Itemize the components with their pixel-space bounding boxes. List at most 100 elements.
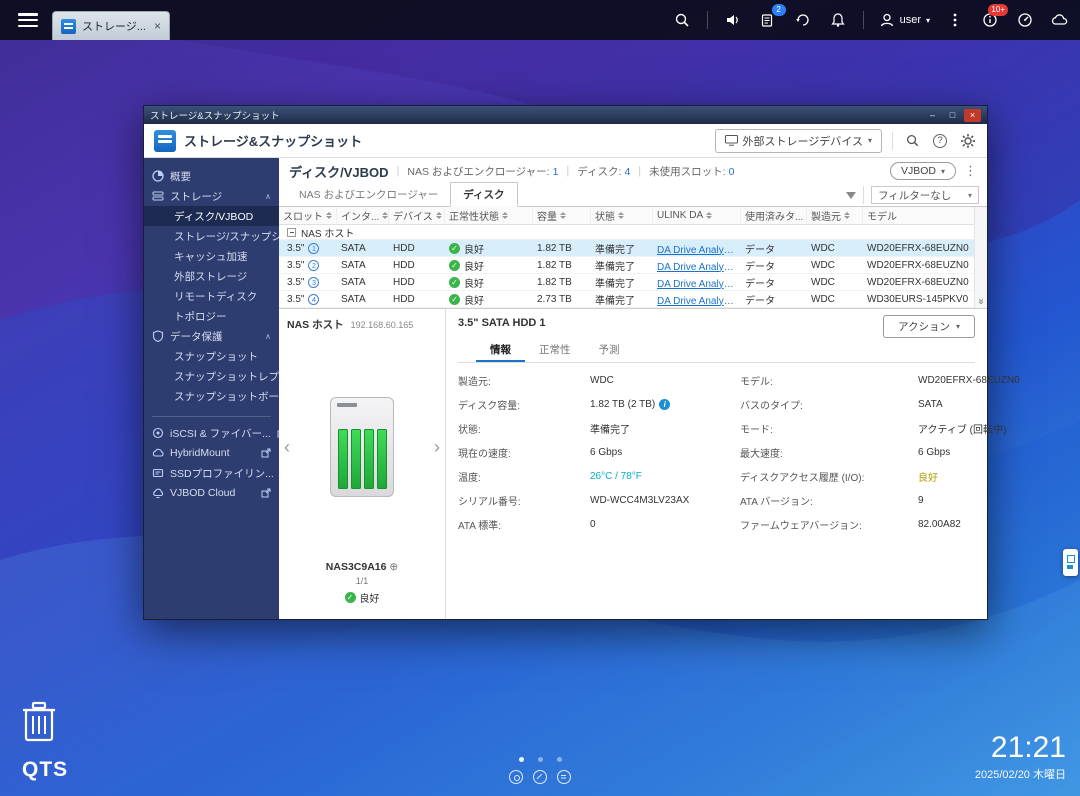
field-value: アクティブ (回転中) [918,421,1020,436]
table-group-row[interactable]: NAS ホスト [279,225,987,240]
tab-health[interactable]: 正常性 [525,339,585,362]
table-scrollbar[interactable]: « [974,207,987,308]
health-check-icon: ✓ [449,277,460,288]
col-device[interactable]: デバイス [389,207,445,224]
tab-disks[interactable]: ディスク [450,182,517,207]
col-ulink[interactable]: ULINK DA [653,207,741,224]
sidebar-item-snapshot-replica[interactable]: スナップショットレプリカ [144,366,279,386]
col-health[interactable]: 正常性状態 [445,207,533,224]
recycle-bin-icon[interactable] [20,700,58,747]
next-device-chevron[interactable]: › [434,437,440,458]
col-model[interactable]: モデル [863,207,987,224]
user-label: user [900,14,921,26]
table-row[interactable]: 3.5"2 SATA HDD ✓良好 1.82 TB 準備完了 DA Drive… [279,257,987,274]
col-capacity[interactable]: 容量 [533,207,591,224]
tab-close-icon[interactable]: × [154,19,161,33]
main-tabs: NAS およびエンクロージャー ディスク フィルターなし ▾ [279,184,987,207]
sidebar-item-ssd-profiling[interactable]: SSDプロファイリン... [144,463,279,483]
volume-icon[interactable] [723,10,743,30]
info-icon[interactable]: 10+ [980,10,1000,30]
sidebar-item-snapshot-vault[interactable]: スナップショットボールト [144,386,279,406]
col-vendor[interactable]: 製造元 [807,207,863,224]
tab-nas-enclosures[interactable]: NAS およびエンクロージャー [287,183,450,206]
da-analyzer-link[interactable]: DA Drive Analyzer を... [653,292,741,307]
zoom-icon[interactable]: ⊕ [389,561,398,573]
sidebar-section-storage[interactable]: ストレージ ∧ [144,186,279,206]
da-analyzer-link[interactable]: DA Drive Analyzer を... [653,258,741,273]
dock-search-icon[interactable] [509,770,523,784]
scroll-down-icon[interactable]: « [975,296,988,308]
user-menu[interactable]: user ▾ [879,12,930,28]
desktop-dock [0,770,1080,784]
hybridmount-icon [152,447,164,459]
sidebar-item-remote-disk[interactable]: リモートディスク [144,286,279,306]
sidebar-item-overview[interactable]: 概要 [144,166,279,186]
bell-icon[interactable] [828,10,848,30]
nas-device-image[interactable] [330,397,394,497]
table-row[interactable]: 3.5"4 SATA HDD ✓良好 2.73 TB 準備完了 DA Drive… [279,291,987,308]
sidebar-item-storage-snapshots[interactable]: ストレージ/スナップショ... [144,226,279,246]
field-value: 82.00A82 [918,519,1020,530]
resource-monitor-icon[interactable] [1015,10,1035,30]
col-slot[interactable]: スロット [279,207,337,224]
collapse-icon[interactable] [287,228,296,237]
table-row[interactable]: 3.5"1 SATA HDD ✓良好 1.82 TB 準備完了 DA Drive… [279,240,987,257]
stat-enclosures: NAS およびエンクロージャー:1 [407,164,558,179]
notifications-icon[interactable]: 2 [758,10,778,30]
clock-time: 21:21 [975,732,1066,764]
user-icon [879,12,895,28]
more-options-icon[interactable]: ⋮ [964,163,977,179]
col-usage[interactable]: 使用済みタ... [741,207,807,224]
tab-prediction[interactable]: 予測 [585,339,634,362]
sidebar-item-vjbod-cloud[interactable]: VJBOD Cloud [144,483,279,503]
prev-device-chevron[interactable]: ‹ [284,437,290,458]
tab-info[interactable]: 情報 [476,339,525,362]
sidebar-item-cache-acceleration[interactable]: キャッシュ加速 [144,246,279,266]
filter-funnel-icon[interactable] [846,192,856,199]
sidebar-item-snapshot[interactable]: スナップショット [144,346,279,366]
sort-icon [844,212,850,219]
da-analyzer-link[interactable]: DA Drive Analyzer を... [653,241,741,256]
da-analyzer-link[interactable]: DA Drive Analyzer を... [653,275,741,290]
sidebar-item-iscsi-fibre[interactable]: iSCSI & ファイバー... [144,423,279,443]
table-row[interactable]: 3.5"3 SATA HDD ✓良好 1.82 TB 準備完了 DA Drive… [279,274,987,291]
slot-number-badge: 3 [308,277,319,288]
sidebar-item-disk-vjbod[interactable]: ディスク/VJBOD [144,206,279,226]
cloud-icon[interactable] [1050,10,1070,30]
close-button[interactable]: × [964,109,981,122]
sidebar-label: 外部ストレージ [174,269,247,284]
dock-grid-icon[interactable] [557,770,571,784]
page-title: ディスク/VJBOD [289,162,389,181]
main-menu-icon[interactable] [18,13,38,27]
sidebar-item-topology[interactable]: トポロジー [144,306,279,326]
maximize-button[interactable]: □ [944,109,961,122]
settings-gear-icon[interactable] [959,132,977,150]
action-button[interactable]: アクション ▾ [883,315,975,338]
vjbod-button[interactable]: VJBOD ▾ [890,162,956,180]
search-icon[interactable] [672,10,692,30]
page-dot-1[interactable] [519,757,524,762]
window-titlebar[interactable]: ストレージ&スナップショット – □ × [144,106,987,124]
more-options-icon[interactable] [945,10,965,30]
background-tasks-icon[interactable] [793,10,813,30]
nas-health: ✓ 良好 [279,590,445,605]
storage-icon [152,190,164,202]
sidebar-section-data-protection[interactable]: データ保護 ∧ [144,326,279,346]
field-value: WD-WCC4M3LV23AX [590,495,740,506]
taskbar-tab-storage[interactable]: ストレージ... × [52,11,170,40]
minimize-button[interactable]: – [924,109,941,122]
sidebar-item-external-storage[interactable]: 外部ストレージ [144,266,279,286]
help-icon[interactable]: ? [931,132,949,150]
page-dot-3[interactable] [557,757,562,762]
sidebar-item-hybridmount[interactable]: HybridMount [144,443,279,463]
col-interface[interactable]: インタ... [337,207,389,224]
filter-dropdown[interactable]: フィルターなし ▾ [871,186,979,204]
window-title: ストレージ&スナップショット [150,108,280,122]
external-storage-device-button[interactable]: 外部ストレージデバイス ▾ [715,129,882,153]
edge-panel-handle[interactable] [1063,549,1078,576]
info-icon[interactable]: i [659,399,670,410]
dock-switch-icon[interactable] [533,770,547,784]
global-search-icon[interactable] [903,132,921,150]
col-status[interactable]: 状態 [591,207,653,224]
page-dot-2[interactable] [538,757,543,762]
